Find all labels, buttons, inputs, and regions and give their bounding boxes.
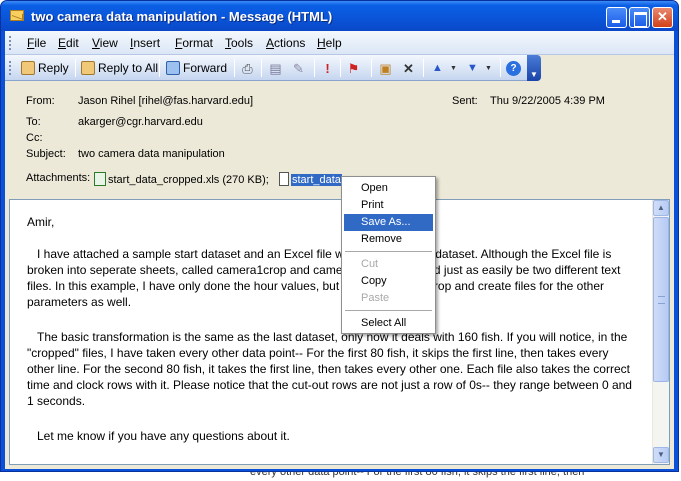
importance-icon[interactable]: ! — [320, 61, 335, 76]
next-dropdown-icon[interactable]: ▼ — [481, 61, 496, 76]
menu-help[interactable]: Help — [317, 36, 342, 50]
scroll-thumb[interactable] — [653, 217, 669, 382]
forward-icon — [166, 61, 180, 75]
menu-edit[interactable]: Edit — [58, 36, 79, 50]
toolbar-separator — [340, 59, 341, 77]
toolbar-separator — [314, 59, 315, 77]
window-title: two camera data manipulation - Message (… — [31, 9, 333, 24]
toolbar-grip[interactable] — [9, 61, 12, 75]
context-separator — [345, 310, 432, 311]
context-remove[interactable]: Remove — [344, 231, 433, 248]
next-item-icon[interactable]: ▼ — [465, 61, 480, 76]
forward-button[interactable]: Forward — [166, 59, 227, 77]
scroll-down-icon[interactable]: ▼ — [653, 447, 669, 463]
context-separator — [345, 251, 432, 252]
move-to-folder-icon[interactable]: ▤ — [268, 61, 283, 76]
message-window: two camera data manipulation - Message (… — [0, 0, 679, 472]
from-value[interactable]: Jason Rihel [rihel@fas.harvard.edu] — [78, 95, 253, 107]
context-copy[interactable]: Copy — [344, 273, 433, 290]
envelope-icon — [10, 10, 24, 21]
message-body[interactable]: Amir, I have attached a sample start dat… — [9, 199, 670, 465]
attachments-label: Attachments: — [26, 172, 91, 184]
toolbar-separator — [234, 59, 235, 77]
help-icon[interactable]: ? — [506, 61, 521, 76]
toolbar-separator — [159, 59, 160, 77]
menu-file[interactable]: File — [27, 36, 46, 50]
toolbar-separator — [261, 59, 262, 77]
cc-label: Cc: — [26, 132, 43, 144]
context-print[interactable]: Print — [344, 197, 433, 214]
reply-all-icon — [81, 61, 95, 75]
reply-button[interactable]: Reply — [21, 59, 69, 77]
text-file-icon — [279, 172, 289, 186]
reply-all-button[interactable]: Reply to All — [81, 59, 158, 77]
vertical-scrollbar[interactable]: ▲ ▼ — [652, 200, 669, 464]
previous-item-icon[interactable]: ▲ — [430, 61, 445, 76]
toolbar-options-chevron-icon[interactable]: ▼ — [527, 55, 541, 81]
message-text: Amir, I have attached a sample start dat… — [27, 214, 639, 463]
paragraph-3: Let me know if you have any questions ab… — [37, 429, 290, 443]
close-button[interactable]: ✕ — [652, 7, 673, 28]
menu-view[interactable]: View — [92, 36, 118, 50]
print-icon[interactable]: ⎙ — [240, 61, 255, 76]
context-save-as[interactable]: Save As... — [344, 214, 433, 231]
subject-label: Subject: — [26, 148, 66, 160]
attachment-xls[interactable]: start_data_cropped.xls (270 KB); — [94, 172, 269, 186]
flag-icon[interactable]: ⚑ — [346, 61, 361, 76]
standard-toolbar: Reply Reply to All Forward ⎙ ▤ ✎ ! ⚑ ▣ ✕… — [5, 55, 541, 81]
menu-grip[interactable] — [9, 36, 12, 50]
context-paste[interactable]: Paste — [344, 290, 433, 307]
to-label: To: — [26, 116, 41, 128]
delete-icon[interactable]: ✕ — [401, 61, 416, 76]
previous-dropdown-icon[interactable]: ▼ — [446, 61, 461, 76]
minimize-button[interactable] — [606, 7, 627, 28]
window-client: File Edit View Insert Format Tools Actio… — [5, 31, 674, 469]
sent-label: Sent: — [452, 95, 478, 107]
from-label: From: — [26, 95, 55, 107]
sent-value: Thu 9/22/2005 4:39 PM — [490, 95, 605, 107]
menu-format[interactable]: Format — [175, 36, 213, 50]
greeting: Amir, — [27, 215, 55, 229]
toolbar-separator — [423, 59, 424, 77]
maximize-button[interactable] — [629, 7, 650, 28]
context-cut[interactable]: Cut — [344, 256, 433, 273]
menu-insert[interactable]: Insert — [130, 36, 160, 50]
to-value[interactable]: akarger@cgr.harvard.edu — [78, 116, 203, 128]
attachment-context-menu: Open Print Save As... Remove Cut Copy Pa… — [341, 176, 436, 334]
excel-file-icon — [94, 172, 106, 186]
paragraph-2: The basic transformation is the same as … — [27, 330, 632, 408]
paragraph-1: I have attached a sample start dataset a… — [27, 247, 621, 309]
context-open[interactable]: Open — [344, 180, 433, 197]
toolbar-separator — [500, 59, 501, 77]
menu-bar: File Edit View Insert Format Tools Actio… — [5, 31, 674, 55]
context-select-all[interactable]: Select All — [344, 315, 433, 332]
toolbar-separator — [75, 59, 76, 77]
title-bar[interactable]: two camera data manipulation - Message (… — [1, 1, 678, 31]
toolbar-separator — [371, 59, 372, 77]
menu-actions[interactable]: Actions — [266, 36, 305, 50]
reply-icon — [21, 61, 35, 75]
scroll-up-icon[interactable]: ▲ — [653, 200, 669, 216]
address-book-icon[interactable]: ▣ — [378, 61, 393, 76]
subject-value: two camera data manipulation — [78, 148, 225, 160]
categories-icon[interactable]: ✎ — [291, 61, 306, 76]
attachment-txt[interactable]: start_data — [279, 172, 342, 186]
menu-tools[interactable]: Tools — [225, 36, 253, 50]
